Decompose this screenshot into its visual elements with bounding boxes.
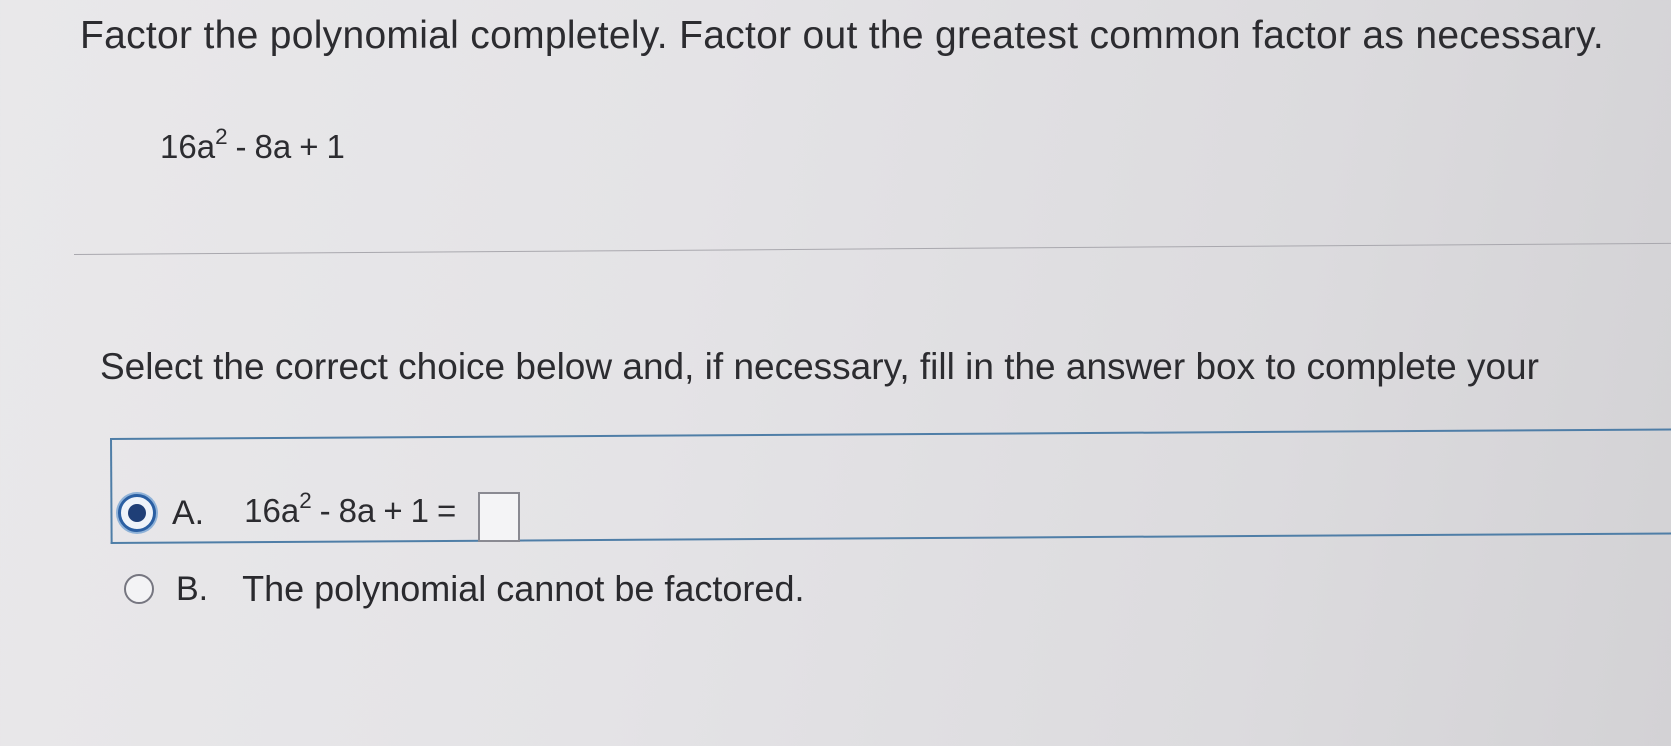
choice-a-letter: A. bbox=[172, 493, 205, 532]
section-divider bbox=[73, 242, 1671, 255]
choice-a-operator-2: + bbox=[383, 492, 403, 529]
polynomial-exponent: 2 bbox=[215, 124, 228, 150]
polynomial-operator-2: + bbox=[299, 128, 319, 165]
choice-a-operator-1: - bbox=[319, 492, 331, 529]
answer-input-box[interactable] bbox=[478, 492, 521, 542]
question-panel: Factor the polynomial completely. Factor… bbox=[0, 0, 1671, 746]
choice-a-term-2: 8a bbox=[338, 492, 376, 529]
polynomial-term-3: 1 bbox=[326, 128, 345, 165]
choice-b[interactable]: B. The polynomial cannot be factored. bbox=[124, 568, 804, 610]
polynomial-expression: 16a2-8a +1 bbox=[160, 125, 345, 166]
choice-a[interactable]: A. 16a2-8a +1 = bbox=[118, 488, 521, 542]
choice-b-radio[interactable] bbox=[124, 574, 154, 604]
choice-a-equals: = bbox=[437, 492, 457, 529]
choice-b-letter: B. bbox=[176, 569, 209, 608]
choice-a-exponent: 2 bbox=[299, 488, 312, 514]
choice-a-radio[interactable] bbox=[118, 494, 156, 532]
polynomial-operator-1: - bbox=[235, 128, 247, 165]
polynomial-term-1: 16a bbox=[160, 128, 216, 165]
answer-prompt: Select the correct choice below and, if … bbox=[100, 346, 1539, 387]
choice-b-text: The polynomial cannot be factored. bbox=[242, 568, 805, 609]
polynomial-term-2: 8a bbox=[254, 128, 292, 165]
choice-a-term-1: 16a bbox=[244, 492, 300, 529]
choice-a-term-3: 1 bbox=[410, 492, 430, 529]
question-instruction: Factor the polynomial completely. Factor… bbox=[80, 14, 1605, 57]
choice-a-expression: 16a2-8a +1 = bbox=[244, 489, 464, 530]
